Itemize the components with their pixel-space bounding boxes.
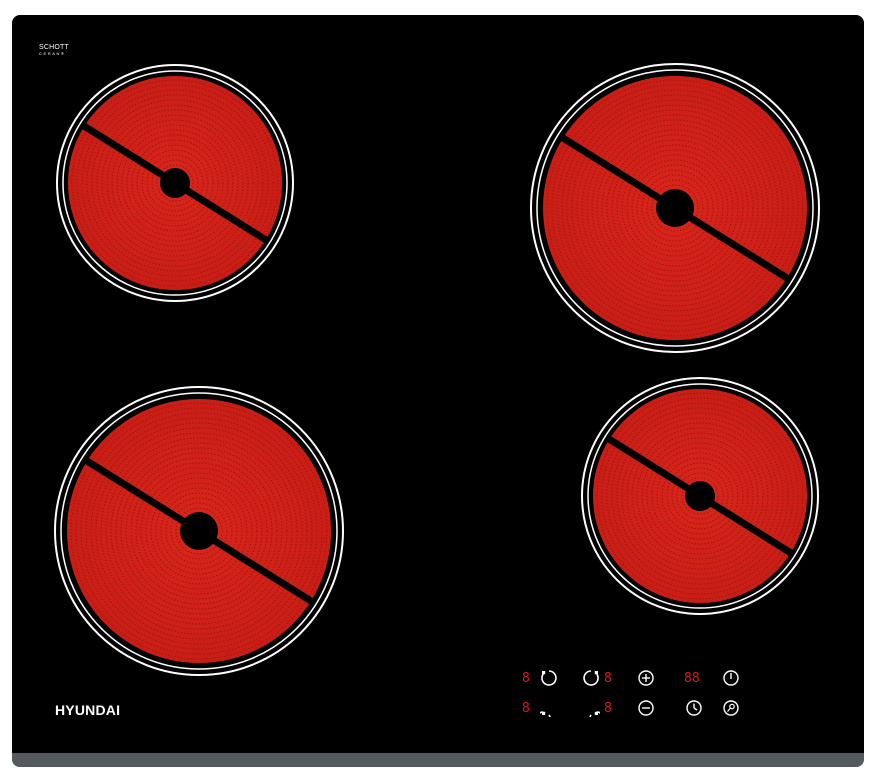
burner-front-left[interactable] bbox=[54, 386, 344, 676]
front-right-zone-icon[interactable] bbox=[582, 699, 600, 717]
power-icon[interactable] bbox=[722, 669, 740, 687]
zone-display-rear-left: 8 bbox=[522, 670, 530, 686]
burner-rear-left[interactable] bbox=[56, 64, 294, 302]
burner-rear-right[interactable] bbox=[530, 63, 820, 353]
zone-display-front-right: 8 bbox=[604, 700, 612, 716]
schott-ceran-logo: SCHOTT CERAN® bbox=[39, 44, 69, 56]
cooktop-frame-edge bbox=[12, 753, 864, 767]
plus-icon[interactable] bbox=[637, 669, 655, 687]
lock-icon[interactable] bbox=[722, 699, 740, 717]
minus-icon[interactable] bbox=[637, 699, 655, 717]
rear-right-zone-icon[interactable] bbox=[582, 669, 600, 687]
burner-front-right[interactable] bbox=[581, 377, 819, 615]
rear-left-zone-icon[interactable] bbox=[540, 669, 558, 687]
ceramic-cooktop: SCHOTT CERAN® HYUNDAI 8 8 88 8 8 bbox=[12, 15, 864, 767]
front-left-zone-icon[interactable] bbox=[540, 699, 558, 717]
schott-logo-line1: SCHOTT bbox=[39, 44, 69, 51]
schott-logo-line2: CERAN® bbox=[39, 51, 66, 56]
cooking-zones bbox=[54, 63, 820, 676]
zone-display-rear-right: 8 bbox=[604, 670, 612, 686]
zone-display-front-left: 8 bbox=[522, 700, 530, 716]
brand-logo: HYUNDAI bbox=[55, 702, 121, 718]
timer-icon[interactable] bbox=[685, 699, 703, 717]
timer-display: 88 bbox=[684, 670, 700, 686]
